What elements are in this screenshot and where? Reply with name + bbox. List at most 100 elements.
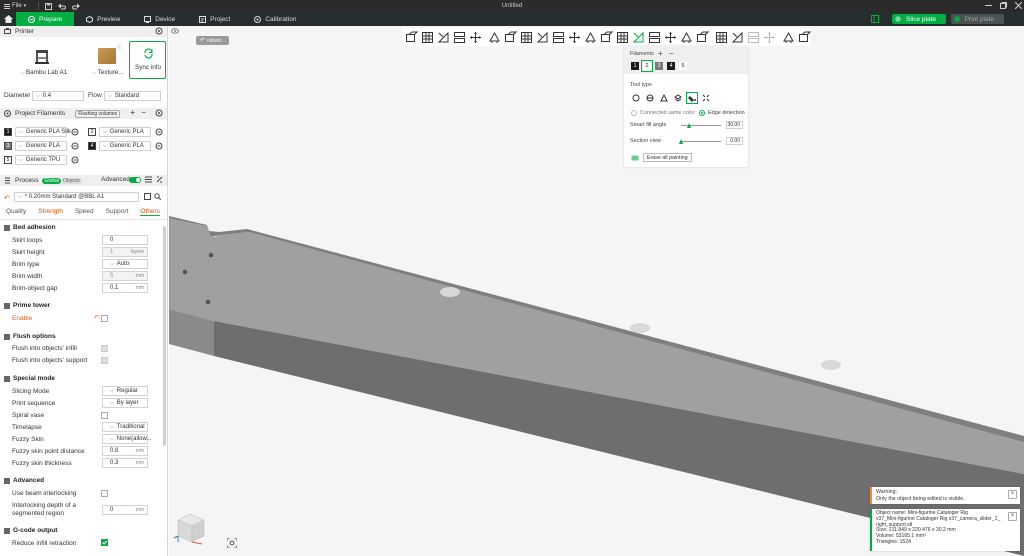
explode-icon[interactable]	[731, 31, 744, 44]
flow-select[interactable]: ⌵ Standard	[104, 91, 161, 101]
section-view-slider[interactable]	[681, 141, 721, 142]
redo-icon[interactable]	[72, 3, 81, 10]
copy-icon[interactable]	[747, 31, 760, 44]
interlock-depth-input[interactable]: 0 mm	[102, 505, 148, 515]
process-list-icon[interactable]	[145, 176, 152, 185]
eye-icon[interactable]	[171, 28, 179, 36]
tab-speed[interactable]: Speed	[75, 208, 94, 216]
slice-plate-button[interactable]: Slice plate	[892, 14, 946, 24]
paint-add-filament-icon[interactable]: +	[658, 49, 663, 58]
search-icon[interactable]	[154, 193, 162, 202]
lay-on-face-icon[interactable]	[552, 31, 565, 44]
section-view-input[interactable]: 0.00	[726, 137, 743, 145]
3d-viewport[interactable]: ↶ return Filaments + − 12345 Tool type Co…	[169, 26, 1024, 556]
objects-toggle[interactable]: Objects	[60, 177, 82, 184]
filament-select[interactable]: ⌵ Generic PLA	[15, 141, 67, 151]
triangle-brush-icon[interactable]	[659, 93, 669, 103]
paint-filament-3[interactable]: 3	[655, 62, 663, 70]
filament-color-badge[interactable]: 2	[88, 128, 96, 136]
ruler-icon[interactable]	[782, 31, 795, 44]
filament-edit-icon[interactable]	[155, 142, 163, 152]
model-canvas[interactable]	[169, 26, 1024, 556]
diameter-select[interactable]: ⌵ 0.4	[32, 91, 84, 101]
spiral-vase-checkbox[interactable]	[101, 412, 108, 419]
brim-gap-input[interactable]: 0.1 mm	[102, 283, 148, 293]
erase-all-painting-button[interactable]: Erase all painting	[643, 153, 692, 162]
tab-calibration[interactable]: Calibration	[242, 12, 308, 26]
seam-paint-icon[interactable]	[616, 31, 629, 44]
filament-settings-icon[interactable]	[155, 109, 163, 119]
minimize-icon[interactable]	[985, 2, 992, 11]
paste-icon[interactable]	[763, 31, 776, 44]
settings-icon[interactable]	[798, 31, 811, 44]
paint-filament-2[interactable]: 2	[641, 60, 653, 72]
settings-scrollbar[interactable]	[163, 226, 166, 446]
filament-color-badge[interactable]: 4	[88, 142, 96, 150]
skirt-loops-input[interactable]: 0	[102, 235, 148, 245]
orient-icon[interactable]	[437, 31, 450, 44]
auto-arrange-icon[interactable]	[488, 31, 501, 44]
print-plate-button[interactable]: Print plate	[950, 14, 1004, 24]
view-cube[interactable]	[172, 508, 208, 550]
paint-filament-5[interactable]: 5	[679, 62, 687, 70]
cut-icon[interactable]	[568, 31, 581, 44]
printer-settings-icon[interactable]	[155, 27, 163, 37]
tab-prepare[interactable]: Prepare	[16, 12, 75, 26]
variable-layer-icon[interactable]	[696, 31, 709, 44]
close-icon[interactable]	[1014, 1, 1023, 11]
global-toggle[interactable]: Global	[42, 177, 61, 184]
return-button[interactable]: ↶ return	[196, 36, 229, 45]
advanced-switch[interactable]	[129, 177, 141, 183]
circle-brush-icon[interactable]	[631, 93, 641, 103]
fill-bucket-icon[interactable]	[686, 92, 698, 104]
sync-info-button[interactable]: Sync info	[129, 41, 166, 79]
fit-view-icon[interactable]	[226, 537, 238, 550]
process-compare-icon[interactable]	[156, 176, 163, 185]
plate-info-icon[interactable]: ⓘ	[117, 44, 122, 51]
support-paint-icon[interactable]	[600, 31, 613, 44]
arrange-icon[interactable]	[453, 31, 466, 44]
height-range-icon[interactable]	[673, 93, 683, 103]
tab-preview[interactable]: Preview	[74, 12, 132, 26]
filament-select[interactable]: ⌵ Generic PLA	[99, 141, 151, 151]
filament-color-badge[interactable]: 1	[4, 128, 12, 136]
boolean-icon[interactable]	[584, 31, 597, 44]
fuzzy-icon[interactable]	[715, 31, 728, 44]
split-icon[interactable]	[469, 31, 482, 44]
measure-icon[interactable]	[664, 31, 677, 44]
timelapse-select[interactable]: ⌵ Traditional	[102, 422, 148, 432]
prime-tower-enable-checkbox[interactable]	[101, 315, 108, 322]
save-profile-icon[interactable]	[144, 193, 151, 202]
printer-card[interactable]: ⌵ Bambu Lab A1	[4, 41, 84, 79]
restore-icon[interactable]	[1000, 1, 1007, 11]
flushing-volumes-button[interactable]: Flushing volumes	[75, 109, 121, 118]
filament-edit-icon[interactable]	[71, 128, 79, 138]
filament-color-badge[interactable]: 3	[4, 142, 12, 150]
assembly-icon[interactable]	[680, 31, 693, 44]
slicing-mode-select[interactable]: ⌵ Regular	[102, 386, 148, 396]
connected-color-radio[interactable]	[631, 110, 637, 116]
filament-color-badge[interactable]: 5	[4, 156, 12, 164]
filament-select[interactable]: ⌵ Generic PLA Silk	[15, 127, 71, 137]
gap-fill-icon[interactable]	[701, 93, 711, 103]
plate-card[interactable]: ⓘ ⌵ Texture...	[88, 41, 126, 79]
prime-tower-reset-icon[interactable]: ↶	[94, 314, 99, 321]
flush-support-checkbox[interactable]	[101, 357, 108, 364]
fuzzy-distance-input[interactable]: 0.8 mm	[102, 446, 148, 456]
filament-edit-icon[interactable]	[71, 156, 79, 166]
beam-interlocking-checkbox[interactable]	[101, 490, 108, 497]
file-menu[interactable]: File ▾	[4, 3, 26, 9]
smart-fill-thumb[interactable]	[687, 123, 692, 128]
move-icon[interactable]	[504, 31, 517, 44]
flush-infill-checkbox[interactable]	[101, 345, 108, 352]
home-icon[interactable]	[0, 12, 16, 26]
close-warning-icon[interactable]: ×	[1008, 490, 1017, 499]
skirt-height-input[interactable]: 1 layers	[102, 247, 148, 257]
tab-others[interactable]: Others	[140, 208, 160, 216]
brim-width-input[interactable]: 5 mm	[102, 271, 148, 281]
save-icon[interactable]	[45, 2, 53, 10]
paint-remove-filament-icon[interactable]: −	[669, 49, 674, 58]
smart-fill-input[interactable]: 30.00	[726, 121, 743, 129]
filament-edit-icon[interactable]	[155, 128, 163, 138]
process-profile-select[interactable]: ⌵ * 0.20mm Standard @BBL A1	[14, 192, 139, 202]
